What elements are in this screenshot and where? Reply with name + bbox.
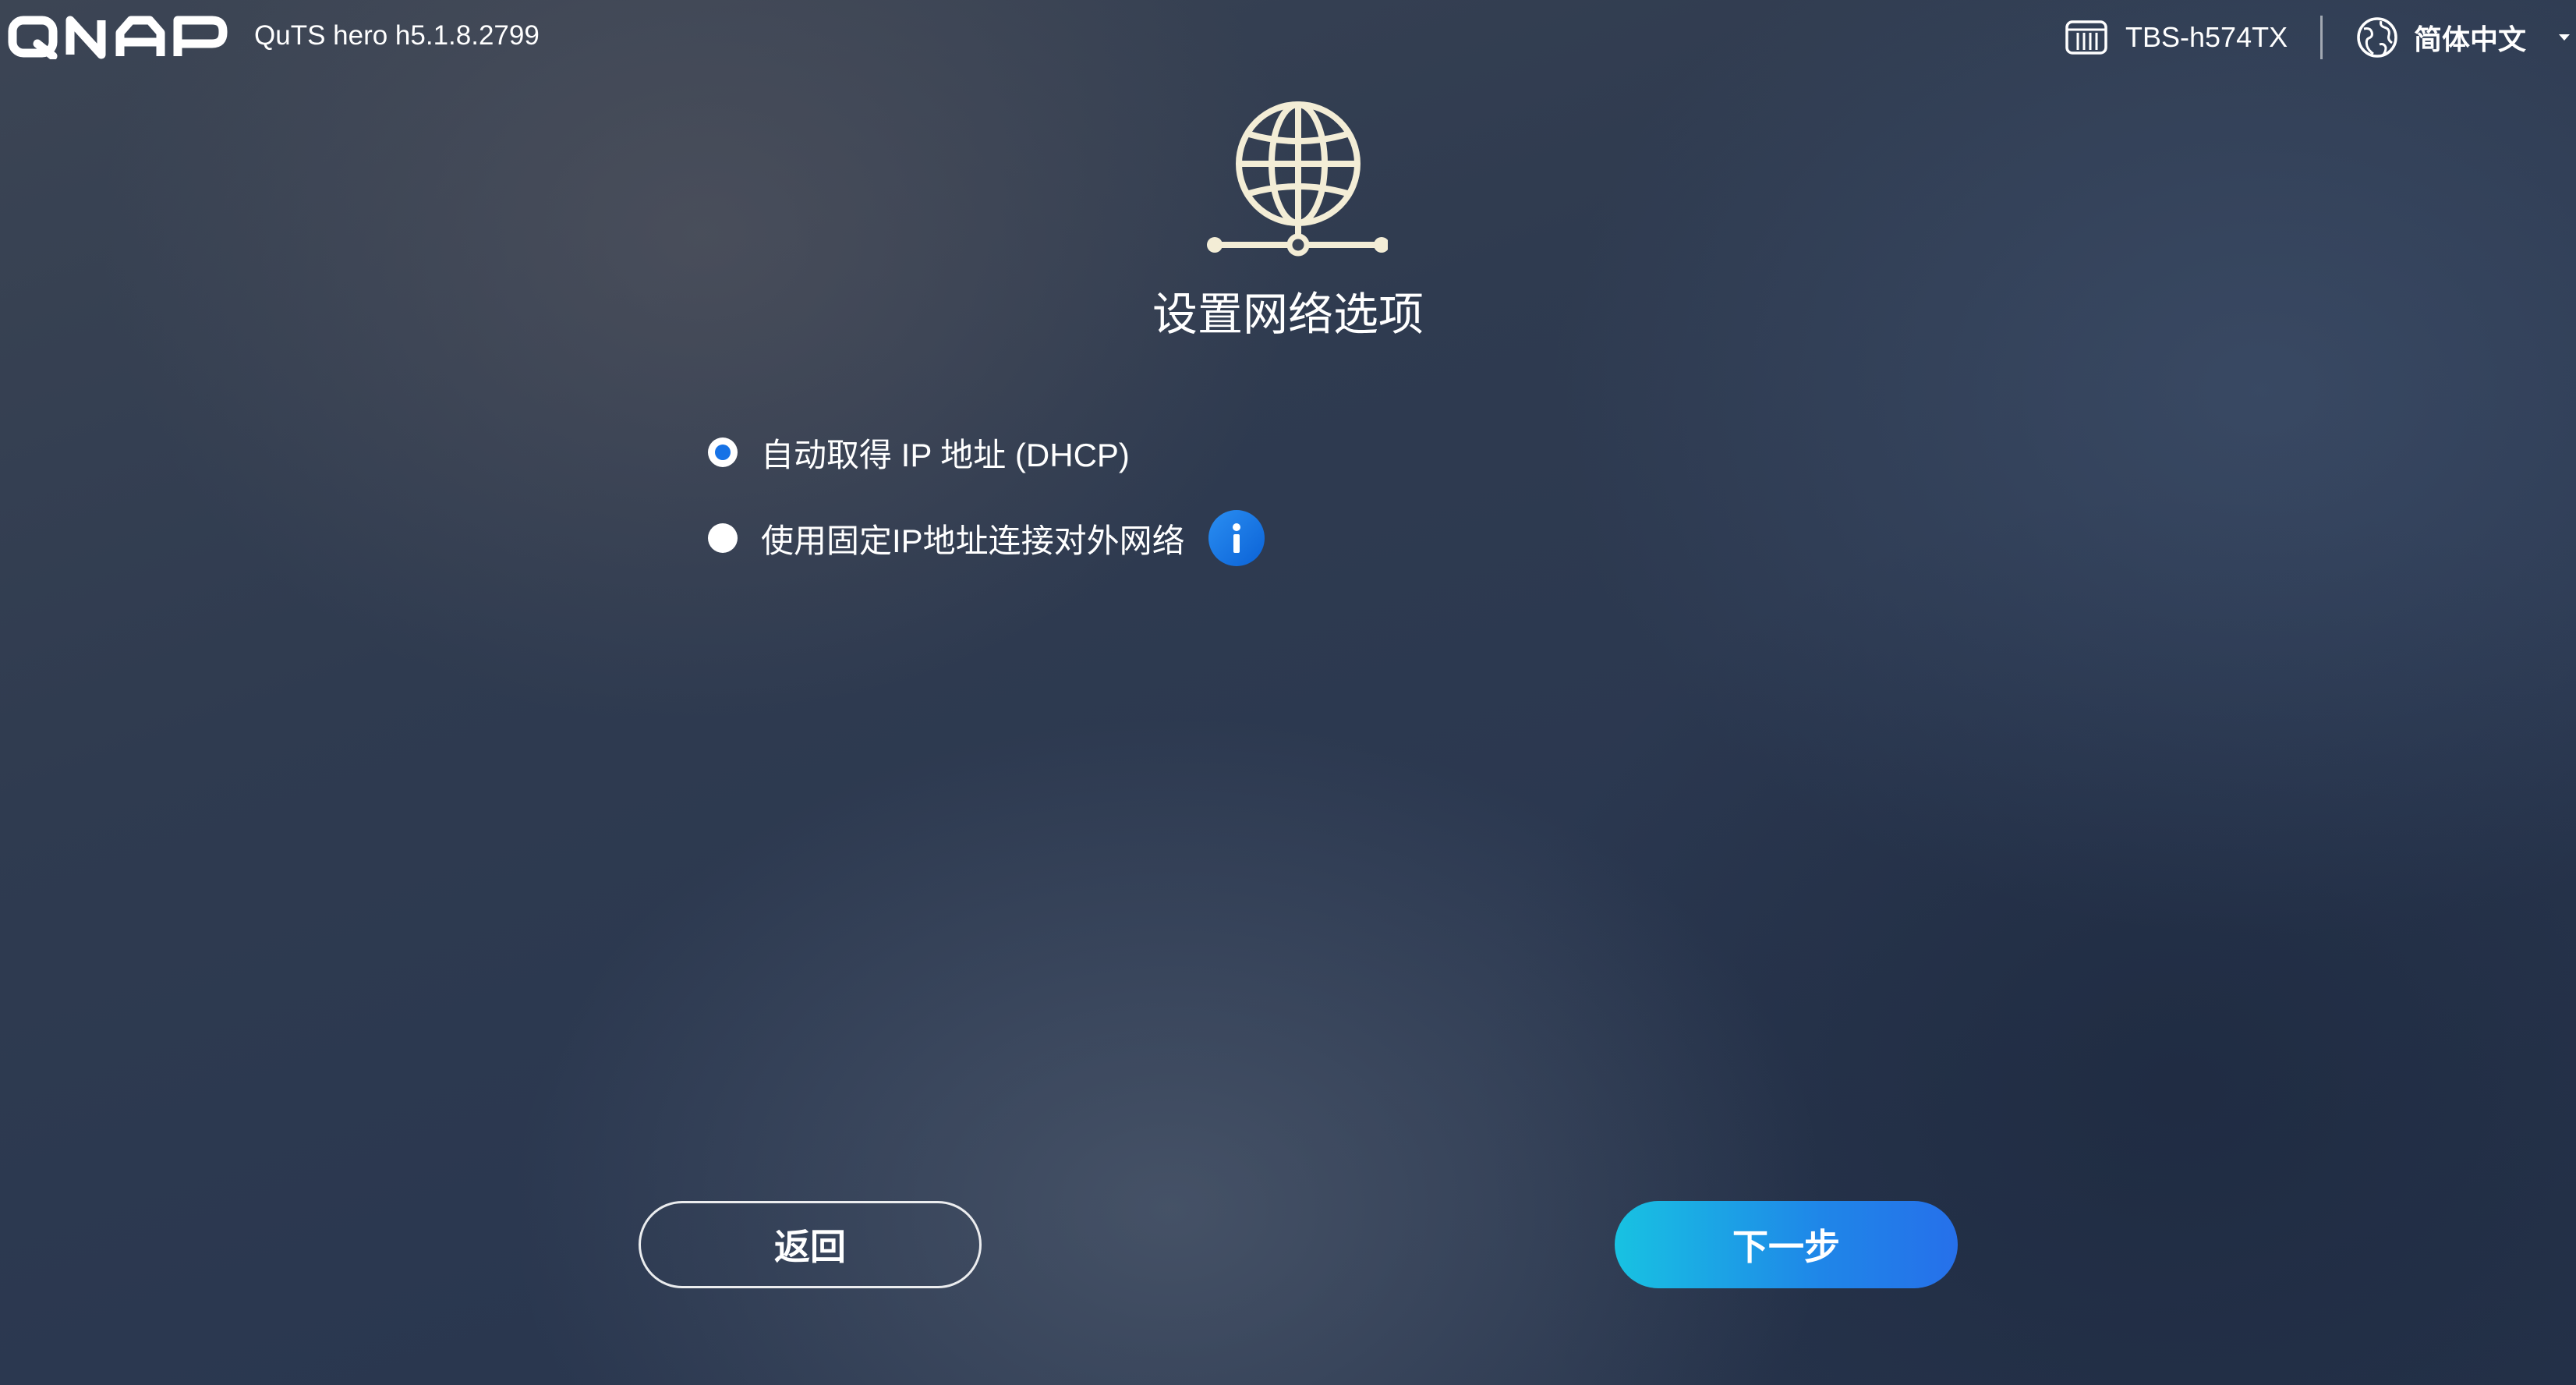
firmware-version: QuTS hero h5.1.8.2799	[254, 20, 540, 51]
info-button[interactable]	[1208, 510, 1265, 566]
next-button[interactable]: 下一步	[1615, 1201, 1958, 1288]
option-dhcp-label: 自动取得 IP 地址 (DHCP)	[761, 436, 1130, 473]
header-divider	[2320, 16, 2323, 59]
nas-device-icon	[2065, 20, 2107, 55]
qnap-logo	[8, 16, 228, 59]
radio-dhcp[interactable]	[708, 437, 738, 467]
network-globe-icon	[1207, 101, 1388, 257]
language-selector[interactable]: 简体中文	[2356, 16, 2571, 59]
top-bar: QuTS hero h5.1.8.2799 TBS-h574TX 简体中文	[0, 0, 2576, 75]
option-dhcp[interactable]: 自动取得 IP 地址 (DHCP)	[708, 421, 1130, 484]
option-static-ip[interactable]: 使用固定IP地址连接对外网络	[708, 507, 1265, 569]
radio-static-ip[interactable]	[708, 523, 738, 553]
globe-icon	[2357, 17, 2397, 58]
option-static-ip-label: 使用固定IP地址连接对外网络	[761, 522, 1185, 559]
info-icon	[1232, 523, 1240, 553]
device-info: TBS-h574TX	[2065, 17, 2288, 58]
language-label: 简体中文	[2414, 23, 2527, 55]
caret-down-icon	[2559, 34, 2571, 41]
device-name: TBS-h574TX	[2125, 21, 2288, 53]
back-button[interactable]: 返回	[639, 1201, 982, 1288]
page-title: 设置网络选项	[1152, 289, 1424, 340]
